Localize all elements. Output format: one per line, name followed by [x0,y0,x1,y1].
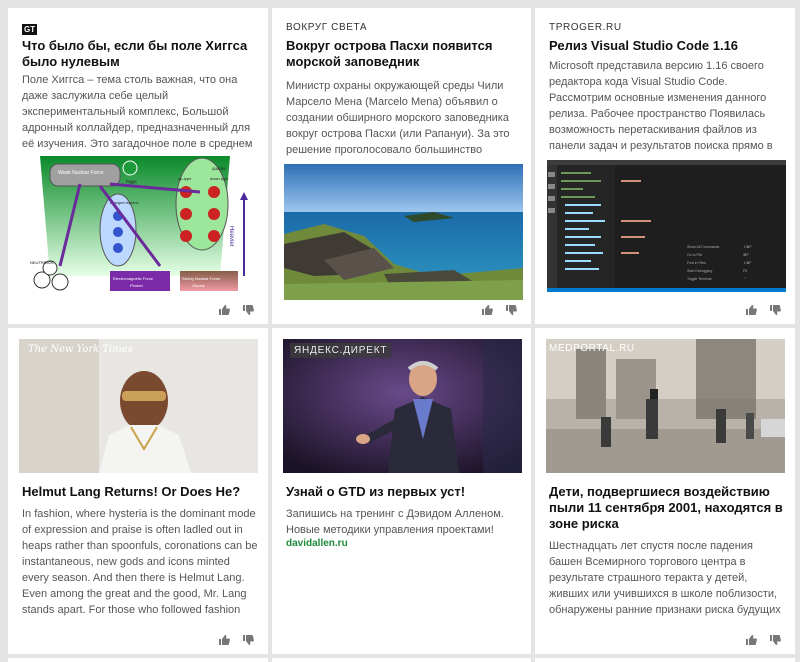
vscode-shortcut-find: ⇧⌘F [743,260,752,265]
news-card-higgs[interactable]: GT Что было бы, если бы поле Хиггса было… [8,8,268,324]
news-card-easter-island[interactable]: ВОКРУГ СВЕТА Вокруг острова Пасхи появит… [272,8,531,324]
thumbs-up-icon[interactable] [745,304,757,316]
quarks-label: quarks [212,166,226,171]
ad-link[interactable]: davidallen.ru [286,538,348,549]
gluons-label: Gluons [192,283,205,288]
vscode-screenshot-image: Show All Commands Go to File Find in Fil… [547,160,786,292]
down-type-label: down-type [210,176,229,181]
news-card-vscode[interactable]: TPROGER.RU Релиз Visual Studio Code 1.16… [535,8,795,324]
thumbs-down-icon[interactable] [242,634,254,646]
card-title[interactable]: Дети, подвергшиеся воздействию пыли 11 с… [549,484,783,532]
strong-force-label: Strong Nuclear Force [182,276,221,281]
card-snippet: Запишись на тренинг с Дэвидом Алленом. Н… [286,508,504,536]
vscode-menu-debug: Start Debugging [687,269,712,273]
thumbs-down-icon[interactable] [769,304,781,316]
thumbs-up-icon[interactable] [745,634,757,646]
card-snippet: In fashion, where hysteria is the domina… [22,508,258,616]
reactions [745,304,781,316]
reactions [218,304,254,316]
vscode-shortcut-go-to-file: ⌘P [743,252,750,257]
up-type-label: up-type [178,176,192,181]
source-badge: GT [22,24,38,35]
helmut-lang-photo [19,339,258,473]
em-force-label: Electromagnetic Force [113,276,154,281]
vscode-shortcut-debug: F5 [743,269,747,273]
thumbs-up-icon[interactable] [218,634,230,646]
david-allen-photo [283,339,522,473]
reactions [745,634,781,646]
source-label: MEDPORTAL.RU [549,343,635,354]
news-card-partial [535,658,795,662]
thumbs-down-icon[interactable] [769,634,781,646]
heavier-label: Heavier [228,226,234,247]
vscode-menu-go-to-file: Go to File [687,253,702,257]
higgs-label: higgs [126,179,138,184]
source-label: ВОКРУГ СВЕТА [286,22,368,33]
source-label: TPROGER.RU [549,22,622,33]
thumbs-down-icon[interactable] [242,304,254,316]
vscode-menu-terminal: Toggle Terminal [687,277,712,281]
news-card-911-dust[interactable]: MEDPORTAL.RU Дети, подвергшиеся воздейст… [535,328,795,654]
card-title[interactable]: Что было бы, если бы поле Хиггса было ну… [22,38,256,70]
ad-card-gtd[interactable]: ЯНДЕКС.ДИРЕКТ Узнай о GTD из первых уст!… [272,328,531,654]
card-title[interactable]: Узнай о GTD из первых уст! [286,484,519,500]
reactions [481,304,517,316]
news-card-partial [8,658,268,662]
weak-force-label: Weak Nuclear Force [58,170,104,176]
card-snippet: Шестнадцать лет спустя после падения баш… [549,540,781,616]
easter-island-image [284,164,523,300]
card-title[interactable]: Релиз Visual Studio Code 1.16 [549,38,783,54]
thumbs-up-icon[interactable] [218,304,230,316]
higgs-diagram-image: Weak Nuclear Force higgs quarks up-type … [20,156,259,292]
news-card-helmut-lang[interactable]: The New York Times Helmut Lang Returns! … [8,328,268,654]
card-snippet: Министр охраны окружающей среды Чили Мар… [286,80,510,156]
vscode-menu-find: Find in Files [687,261,706,265]
photon-label: Photon [130,283,143,288]
ad-source-badge: ЯНДЕКС.ДИРЕКТ [290,343,392,358]
card-snippet: Поле Хиггса – тема столь важная, что она… [22,74,253,150]
card-title[interactable]: Helmut Lang Returns! Or Does He? [22,484,256,500]
card-snippet: Microsoft представила версию 1.16 своего… [549,60,773,152]
news-card-partial [272,658,531,662]
vscode-shortcut-terminal: ⌃` [743,277,747,281]
reactions [218,634,254,646]
vscode-menu-show-all: Show All Commands [687,245,720,249]
neutrinos-label: NEUTRINOS [30,260,54,265]
vscode-shortcut-show-all: ⇧⌘P [743,244,752,249]
card-title[interactable]: Вокруг острова Пасхи появится морской за… [286,38,519,70]
thumbs-up-icon[interactable] [481,304,493,316]
ground-zero-photo [546,339,785,473]
source-logo: The New York Times [28,344,133,355]
thumbs-down-icon[interactable] [505,304,517,316]
